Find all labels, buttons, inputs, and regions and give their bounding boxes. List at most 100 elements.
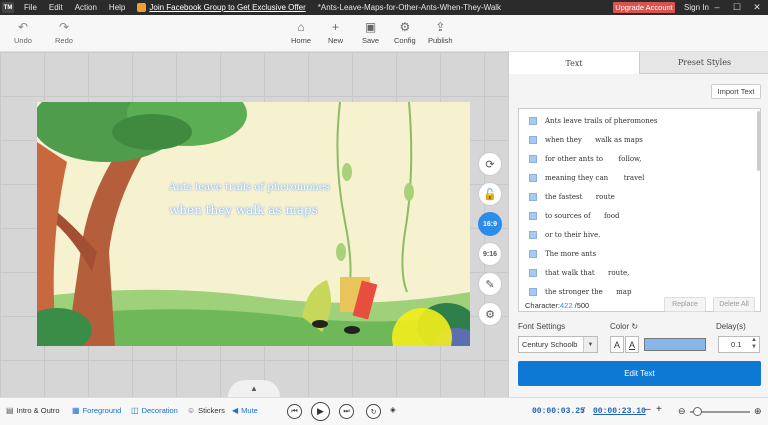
save-label: Save — [362, 36, 380, 45]
save-button[interactable]: ▣ Save — [362, 18, 379, 45]
list-item[interactable]: meaning they can travel — [529, 172, 644, 184]
line-checkbox[interactable] — [529, 136, 537, 144]
config-label: Config — [394, 36, 416, 45]
zoom-slider-handle[interactable] — [693, 407, 702, 416]
timeline-minus-button[interactable]: – — [645, 404, 651, 415]
delete-all-button[interactable]: Delete All — [713, 297, 755, 312]
document-title: *Ants-Leave-Maps-for-Other-Ants-When-The… — [317, 3, 502, 12]
character-count-value: 422 — [560, 301, 573, 310]
line-checkbox[interactable] — [529, 231, 537, 239]
settings-icon[interactable]: ⚙ — [478, 302, 502, 326]
text-lines-list[interactable]: Ants leave trails of pheromones when the… — [518, 108, 761, 312]
layers-icon[interactable]: ◈ — [390, 405, 396, 414]
canvas-area[interactable]: Ants leave trails of pheromones when the… — [0, 52, 508, 397]
ratio-16-9-button[interactable]: 16:9 — [478, 212, 502, 236]
list-scrollbar[interactable] — [757, 111, 760, 171]
mute-button[interactable]: ◀ Mute — [232, 406, 258, 415]
line-checkbox[interactable] — [529, 250, 537, 258]
mute-label: Mute — [241, 406, 258, 415]
upgrade-account-button[interactable]: Upgrade Account — [613, 2, 675, 13]
line-checkbox[interactable] — [529, 174, 537, 182]
toolbar: ↶ Undo ↷ Redo ⌂ Home + New ▣ Save ⚙ Conf… — [0, 15, 768, 52]
intro-outro-icon: ▤ — [6, 406, 14, 415]
publish-button[interactable]: ⇪ Publish — [428, 18, 453, 45]
list-item[interactable]: that walk that route, — [529, 267, 629, 279]
line-checkbox[interactable] — [529, 269, 537, 277]
list-item[interactable]: Ants leave trails of pheromones — [529, 115, 658, 127]
stickers-label: Stickers — [198, 406, 225, 415]
sign-in-link[interactable]: Sign In — [684, 3, 709, 12]
publish-label: Publish — [428, 36, 453, 45]
maximize-icon[interactable]: ☐ — [730, 1, 744, 14]
facebook-promo-link[interactable]: Join Facebook Group to Get Exclusive Off… — [137, 3, 306, 12]
list-item[interactable]: for other ants to follow, — [529, 153, 641, 165]
chevron-down-icon[interactable]: ▼ — [583, 337, 597, 352]
color-label-text: Color — [610, 322, 630, 331]
stepper-arrows-icon[interactable]: ▲ ▼ — [751, 337, 757, 351]
video-preview[interactable]: Ants leave trails of pheromones when the… — [37, 102, 470, 346]
list-item[interactable]: The more ants — [529, 248, 596, 260]
import-text-button[interactable]: Import Text — [711, 84, 761, 99]
list-item[interactable]: to sources of food — [529, 210, 619, 222]
timeline-plus-button[interactable]: + — [656, 404, 662, 415]
menu-action[interactable]: Action — [75, 3, 97, 12]
close-icon[interactable]: ✕ — [750, 1, 764, 14]
replay-icon[interactable]: ↻ — [366, 404, 381, 419]
zoom-out-icon[interactable]: ⊖ — [678, 406, 686, 417]
line-checkbox[interactable] — [529, 155, 537, 163]
expand-timeline-icon[interactable]: ▲ — [228, 380, 280, 397]
ratio-9-16-button[interactable]: 9:16 — [478, 242, 502, 266]
stickers-button[interactable]: ☺ Stickers — [187, 406, 225, 415]
caption-line-2[interactable]: when they walk as maps — [169, 203, 318, 217]
skip-back-icon[interactable]: ⏮ — [287, 404, 302, 419]
line-checkbox[interactable] — [529, 117, 537, 125]
tab-preset-styles[interactable]: Preset Styles — [639, 52, 768, 74]
list-item-text: the stronger the map — [545, 288, 632, 296]
config-button[interactable]: ⚙ Config — [394, 18, 416, 45]
redo-label: Redo — [55, 36, 73, 45]
current-time: 00:00:03.25 — [532, 407, 585, 416]
redo-icon: ↷ — [58, 20, 69, 34]
menu-edit[interactable]: Edit — [49, 3, 63, 12]
replace-button[interactable]: Replace — [664, 297, 706, 312]
edit-pen-icon[interactable]: ✎ — [478, 272, 502, 296]
caption-line-1[interactable]: Ants leave trails of pheromones — [169, 182, 330, 193]
undo-label: Undo — [14, 36, 32, 45]
tab-text[interactable]: Text — [509, 52, 639, 74]
rotate-icon[interactable]: ⟳ — [478, 152, 502, 176]
delay-stepper[interactable]: 0.1 ▲ ▼ — [718, 336, 760, 353]
text-fill-icon[interactable]: A — [610, 336, 624, 353]
edit-text-button[interactable]: Edit Text — [518, 361, 761, 386]
undo-button[interactable]: ↶ Undo — [14, 18, 32, 45]
decoration-icon: ◫ — [131, 406, 139, 415]
text-outline-icon[interactable]: A — [625, 336, 639, 353]
skip-forward-icon[interactable]: ⏭ — [339, 404, 354, 419]
refresh-icon[interactable]: ↻ — [631, 322, 638, 331]
play-icon[interactable]: ▶ — [311, 402, 330, 421]
list-item-text: meaning they can travel — [545, 174, 645, 182]
list-item[interactable]: or to their hive. — [529, 229, 600, 241]
line-checkbox[interactable] — [529, 288, 537, 296]
line-checkbox[interactable] — [529, 212, 537, 220]
line-checkbox[interactable] — [529, 193, 537, 201]
minimize-icon[interactable]: – — [710, 1, 724, 14]
list-item-text: when they walk as maps — [545, 136, 643, 144]
list-item[interactable]: when they walk as maps — [529, 134, 643, 146]
unlock-icon[interactable]: 🔓 — [478, 182, 502, 206]
redo-button[interactable]: ↷ Redo — [55, 18, 73, 45]
foreground-icon: ▦ — [72, 406, 80, 415]
intro-outro-button[interactable]: ▤ Intro & Outro — [6, 406, 60, 415]
foreground-button[interactable]: ▦ Foreground — [72, 406, 121, 415]
menu-help[interactable]: Help — [109, 3, 125, 12]
decoration-button[interactable]: ◫ Decoration — [131, 406, 178, 415]
menu-file[interactable]: File — [24, 3, 37, 12]
foreground-label: Foreground — [82, 406, 122, 415]
list-item[interactable]: the stronger the map — [529, 286, 631, 298]
font-family-select[interactable]: Century Schoolb ▼ — [518, 336, 598, 353]
home-button[interactable]: ⌂ Home — [291, 18, 311, 45]
zoom-in-icon[interactable]: ⊕ — [754, 406, 762, 417]
list-item-text: to sources of food — [545, 212, 620, 220]
new-button[interactable]: + New — [328, 18, 343, 45]
list-item[interactable]: the fastest route — [529, 191, 615, 203]
text-color-swatch[interactable] — [644, 338, 706, 351]
